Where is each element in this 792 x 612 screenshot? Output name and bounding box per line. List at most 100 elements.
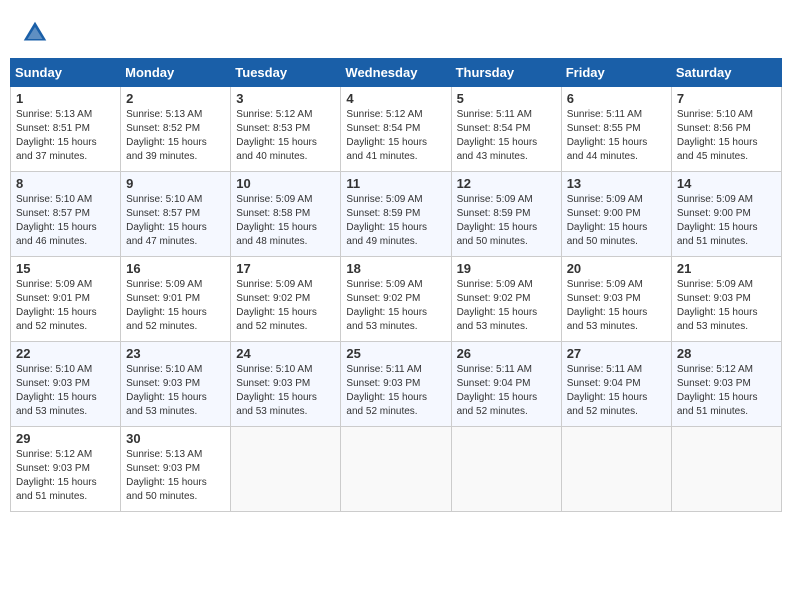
daylight: Daylight: 15 hours and 43 minutes. bbox=[457, 137, 538, 162]
daylight: Daylight: 15 hours and 52 minutes. bbox=[236, 307, 317, 332]
day-info: Sunrise: 5:09 AM Sunset: 9:02 PM Dayligh… bbox=[236, 278, 335, 334]
day-number: 19 bbox=[457, 261, 556, 276]
day-number: 23 bbox=[126, 346, 225, 361]
day-number: 6 bbox=[567, 91, 666, 106]
daylight: Daylight: 15 hours and 51 minutes. bbox=[16, 477, 97, 502]
sunset: Sunset: 8:57 PM bbox=[16, 208, 90, 219]
calendar-day-17: 17 Sunrise: 5:09 AM Sunset: 9:02 PM Dayl… bbox=[231, 257, 341, 342]
sunrise: Sunrise: 5:10 AM bbox=[16, 364, 92, 375]
daylight: Daylight: 15 hours and 51 minutes. bbox=[677, 392, 758, 417]
calendar-day-5: 5 Sunrise: 5:11 AM Sunset: 8:54 PM Dayli… bbox=[451, 87, 561, 172]
sunrise: Sunrise: 5:09 AM bbox=[567, 279, 643, 290]
empty-cell bbox=[561, 427, 671, 512]
calendar-day-22: 22 Sunrise: 5:10 AM Sunset: 9:03 PM Dayl… bbox=[11, 342, 121, 427]
calendar-day-13: 13 Sunrise: 5:09 AM Sunset: 9:00 PM Dayl… bbox=[561, 172, 671, 257]
day-number: 28 bbox=[677, 346, 776, 361]
sunset: Sunset: 9:04 PM bbox=[457, 378, 531, 389]
day-info: Sunrise: 5:09 AM Sunset: 9:02 PM Dayligh… bbox=[346, 278, 445, 334]
sunrise: Sunrise: 5:11 AM bbox=[346, 364, 421, 375]
empty-cell bbox=[671, 427, 781, 512]
sunset: Sunset: 9:03 PM bbox=[567, 293, 641, 304]
calendar-week-3: 15 Sunrise: 5:09 AM Sunset: 9:01 PM Dayl… bbox=[11, 257, 782, 342]
sunrise: Sunrise: 5:12 AM bbox=[236, 109, 312, 120]
day-info: Sunrise: 5:10 AM Sunset: 9:03 PM Dayligh… bbox=[236, 363, 335, 419]
empty-cell bbox=[231, 427, 341, 512]
sunset: Sunset: 9:02 PM bbox=[236, 293, 310, 304]
day-info: Sunrise: 5:11 AM Sunset: 9:04 PM Dayligh… bbox=[567, 363, 666, 419]
day-info: Sunrise: 5:13 AM Sunset: 8:51 PM Dayligh… bbox=[16, 108, 115, 164]
daylight: Daylight: 15 hours and 52 minutes. bbox=[126, 307, 207, 332]
day-of-week-saturday: Saturday bbox=[671, 59, 781, 87]
daylight: Daylight: 15 hours and 51 minutes. bbox=[677, 222, 758, 247]
sunset: Sunset: 8:52 PM bbox=[126, 123, 200, 134]
sunset: Sunset: 9:02 PM bbox=[346, 293, 420, 304]
calendar-day-30: 30 Sunrise: 5:13 AM Sunset: 9:03 PM Dayl… bbox=[121, 427, 231, 512]
sunrise: Sunrise: 5:09 AM bbox=[16, 279, 92, 290]
day-number: 5 bbox=[457, 91, 556, 106]
day-of-week-friday: Friday bbox=[561, 59, 671, 87]
sunrise: Sunrise: 5:13 AM bbox=[126, 449, 202, 460]
day-number: 9 bbox=[126, 176, 225, 191]
sunrise: Sunrise: 5:11 AM bbox=[457, 109, 532, 120]
sunset: Sunset: 9:03 PM bbox=[677, 293, 751, 304]
calendar-day-14: 14 Sunrise: 5:09 AM Sunset: 9:00 PM Dayl… bbox=[671, 172, 781, 257]
day-number: 30 bbox=[126, 431, 225, 446]
daylight: Daylight: 15 hours and 50 minutes. bbox=[457, 222, 538, 247]
sunset: Sunset: 8:55 PM bbox=[567, 123, 641, 134]
calendar-day-18: 18 Sunrise: 5:09 AM Sunset: 9:02 PM Dayl… bbox=[341, 257, 451, 342]
sunset: Sunset: 8:56 PM bbox=[677, 123, 751, 134]
sunset: Sunset: 9:03 PM bbox=[346, 378, 420, 389]
sunset: Sunset: 8:58 PM bbox=[236, 208, 310, 219]
empty-cell bbox=[451, 427, 561, 512]
calendar-day-15: 15 Sunrise: 5:09 AM Sunset: 9:01 PM Dayl… bbox=[11, 257, 121, 342]
calendar-day-20: 20 Sunrise: 5:09 AM Sunset: 9:03 PM Dayl… bbox=[561, 257, 671, 342]
sunset: Sunset: 8:57 PM bbox=[126, 208, 200, 219]
sunrise: Sunrise: 5:09 AM bbox=[567, 194, 643, 205]
calendar-week-5: 29 Sunrise: 5:12 AM Sunset: 9:03 PM Dayl… bbox=[11, 427, 782, 512]
sunrise: Sunrise: 5:13 AM bbox=[16, 109, 92, 120]
sunrise: Sunrise: 5:10 AM bbox=[16, 194, 92, 205]
calendar-day-10: 10 Sunrise: 5:09 AM Sunset: 8:58 PM Dayl… bbox=[231, 172, 341, 257]
daylight: Daylight: 15 hours and 47 minutes. bbox=[126, 222, 207, 247]
day-info: Sunrise: 5:09 AM Sunset: 8:59 PM Dayligh… bbox=[346, 193, 445, 249]
day-info: Sunrise: 5:09 AM Sunset: 9:03 PM Dayligh… bbox=[567, 278, 666, 334]
day-number: 29 bbox=[16, 431, 115, 446]
sunset: Sunset: 9:00 PM bbox=[677, 208, 751, 219]
sunrise: Sunrise: 5:09 AM bbox=[126, 279, 202, 290]
day-info: Sunrise: 5:10 AM Sunset: 8:56 PM Dayligh… bbox=[677, 108, 776, 164]
calendar-day-3: 3 Sunrise: 5:12 AM Sunset: 8:53 PM Dayli… bbox=[231, 87, 341, 172]
day-number: 4 bbox=[346, 91, 445, 106]
sunset: Sunset: 9:04 PM bbox=[567, 378, 641, 389]
sunrise: Sunrise: 5:11 AM bbox=[567, 109, 642, 120]
day-number: 15 bbox=[16, 261, 115, 276]
daylight: Daylight: 15 hours and 46 minutes. bbox=[16, 222, 97, 247]
logo bbox=[20, 18, 54, 48]
calendar-day-2: 2 Sunrise: 5:13 AM Sunset: 8:52 PM Dayli… bbox=[121, 87, 231, 172]
sunset: Sunset: 9:03 PM bbox=[236, 378, 310, 389]
sunset: Sunset: 8:59 PM bbox=[457, 208, 531, 219]
sunset: Sunset: 9:03 PM bbox=[126, 463, 200, 474]
sunrise: Sunrise: 5:10 AM bbox=[126, 364, 202, 375]
empty-cell bbox=[341, 427, 451, 512]
daylight: Daylight: 15 hours and 50 minutes. bbox=[567, 222, 648, 247]
calendar-day-8: 8 Sunrise: 5:10 AM Sunset: 8:57 PM Dayli… bbox=[11, 172, 121, 257]
day-number: 26 bbox=[457, 346, 556, 361]
day-info: Sunrise: 5:12 AM Sunset: 9:03 PM Dayligh… bbox=[16, 448, 115, 504]
day-number: 8 bbox=[16, 176, 115, 191]
daylight: Daylight: 15 hours and 53 minutes. bbox=[126, 392, 207, 417]
day-of-week-wednesday: Wednesday bbox=[341, 59, 451, 87]
day-number: 1 bbox=[16, 91, 115, 106]
calendar-day-16: 16 Sunrise: 5:09 AM Sunset: 9:01 PM Dayl… bbox=[121, 257, 231, 342]
daylight: Daylight: 15 hours and 53 minutes. bbox=[567, 307, 648, 332]
daylight: Daylight: 15 hours and 44 minutes. bbox=[567, 137, 648, 162]
sunset: Sunset: 9:03 PM bbox=[16, 378, 90, 389]
sunrise: Sunrise: 5:10 AM bbox=[677, 109, 753, 120]
sunset: Sunset: 9:00 PM bbox=[567, 208, 641, 219]
day-number: 14 bbox=[677, 176, 776, 191]
day-of-week-tuesday: Tuesday bbox=[231, 59, 341, 87]
daylight: Daylight: 15 hours and 52 minutes. bbox=[16, 307, 97, 332]
day-number: 25 bbox=[346, 346, 445, 361]
day-number: 11 bbox=[346, 176, 445, 191]
sunrise: Sunrise: 5:09 AM bbox=[457, 194, 533, 205]
daylight: Daylight: 15 hours and 52 minutes. bbox=[457, 392, 538, 417]
